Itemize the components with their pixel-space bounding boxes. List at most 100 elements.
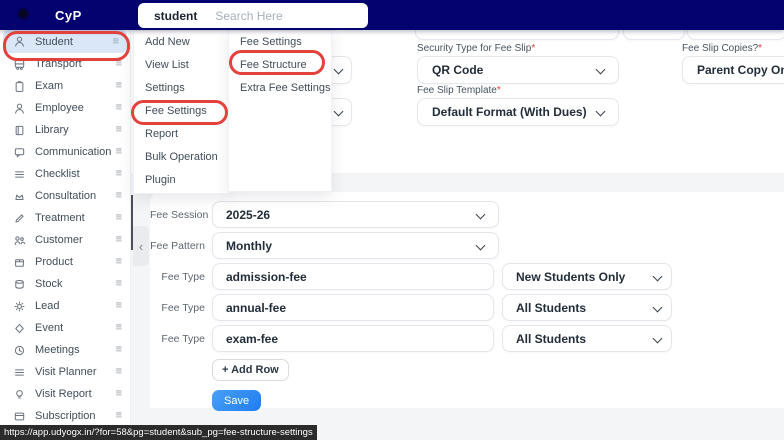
drag-handle-icon[interactable] xyxy=(116,279,122,290)
sidebar-item-subscription[interactable]: Subscription xyxy=(0,405,130,427)
menu-item-fee-settings[interactable]: Fee Settings xyxy=(134,100,230,123)
sidebar-item-label: Exam xyxy=(35,80,64,92)
drag-handle-icon[interactable] xyxy=(116,191,122,202)
chevron-down-icon xyxy=(652,271,663,282)
drag-handle-icon[interactable] xyxy=(116,235,122,246)
fee-row-label: Fee Type xyxy=(161,301,205,314)
drag-handle-icon[interactable] xyxy=(116,389,122,400)
sidebar-item-label: Meetings xyxy=(35,344,80,356)
security-type-label: Security Type for Fee Slip* xyxy=(417,43,536,54)
sidebar-item-label: Employee xyxy=(35,102,84,114)
field-value: annual-fee xyxy=(226,300,287,315)
fee-slip-copies-select[interactable]: Parent Copy Only xyxy=(682,56,784,84)
sidebar-item-label: Customer xyxy=(35,234,83,246)
drag-handle-icon[interactable] xyxy=(113,36,119,47)
sidebar-collapse-button[interactable]: ‹ xyxy=(133,226,149,266)
chevron-down-icon xyxy=(475,240,486,251)
sidebar-item-exam[interactable]: Exam xyxy=(0,75,130,97)
person-icon xyxy=(13,35,26,48)
drag-handle-icon[interactable] xyxy=(116,147,122,158)
chevron-down-icon xyxy=(595,106,606,117)
database-icon xyxy=(13,278,26,291)
status-url: https://app.udyogx.in/?for=58&pg=student… xyxy=(0,425,317,440)
submenu-item-fee-settings[interactable]: Fee Settings xyxy=(229,31,331,54)
clock-icon xyxy=(13,344,26,357)
drag-handle-icon[interactable] xyxy=(116,81,122,92)
sun-icon xyxy=(13,300,26,313)
chevron-down-icon xyxy=(475,209,486,220)
fee-slip-template-select[interactable]: Default Format (With Dues) xyxy=(417,98,619,126)
drag-handle-icon[interactable] xyxy=(116,169,122,180)
applies-to-select[interactable]: All Students xyxy=(502,294,672,321)
submenu-item-extra-fee-settings[interactable]: Extra Fee Settings xyxy=(229,77,331,100)
fee-session-select[interactable]: 2025-26 xyxy=(212,201,499,228)
app-root: Security Type for Fee Slip* QR Code Fee … xyxy=(0,0,784,440)
fee-type-input-exam-fee[interactable]: exam-fee xyxy=(212,325,494,352)
fee-type-input-annual-fee[interactable]: annual-fee xyxy=(212,294,494,321)
fee-row: Fee Pattern Monthly xyxy=(150,232,672,259)
sidebar-item-event[interactable]: Event xyxy=(0,317,130,339)
search-input[interactable]: Search Here xyxy=(215,9,282,23)
pencil-icon xyxy=(13,212,26,225)
sidebar-item-treatment[interactable]: Treatment xyxy=(0,207,130,229)
drag-handle-icon[interactable] xyxy=(116,411,122,422)
save-button[interactable]: Save xyxy=(212,390,262,411)
sidebar-item-lead[interactable]: Lead xyxy=(0,295,130,317)
chevron-down-icon xyxy=(652,333,663,344)
fee-row-label: Fee Pattern xyxy=(150,239,205,252)
sidebar-item-product[interactable]: Product xyxy=(0,251,130,273)
sidebar-item-customer[interactable]: Customer xyxy=(0,229,130,251)
security-type-select[interactable]: QR Code xyxy=(417,56,619,84)
field-value: admission-fee xyxy=(226,269,307,284)
fee-type-input-admission-fee[interactable]: admission-fee xyxy=(212,263,494,290)
drag-handle-icon[interactable] xyxy=(116,213,122,224)
menu-item-bulk-operation[interactable]: Bulk Operation xyxy=(134,146,230,169)
drag-handle-icon[interactable] xyxy=(116,125,122,136)
add-row-button[interactable]: + Add Row xyxy=(212,358,289,381)
drag-handle-icon[interactable] xyxy=(116,59,122,70)
book-icon xyxy=(13,124,26,137)
drag-handle-icon[interactable] xyxy=(116,367,122,378)
sidebar-item-library[interactable]: Library xyxy=(0,119,130,141)
menu-item-plugin[interactable]: Plugin xyxy=(134,169,230,192)
sidebar-item-label: Subscription xyxy=(35,410,96,422)
menu-item-add-new[interactable]: Add New xyxy=(134,31,230,54)
drag-handle-icon[interactable] xyxy=(116,257,122,268)
sidebar-item-student[interactable]: Student xyxy=(3,30,127,53)
fee-row: Fee Type annual-fee All Students xyxy=(150,294,672,321)
card-icon xyxy=(13,410,26,423)
menu-item-report[interactable]: Report xyxy=(134,123,230,146)
fee-pattern-select[interactable]: Monthly xyxy=(212,232,499,259)
sidebar-item-transport[interactable]: Transport xyxy=(0,53,130,75)
menu-item-view-list[interactable]: View List xyxy=(134,54,230,77)
drag-handle-icon[interactable] xyxy=(116,103,122,114)
drag-handle-icon[interactable] xyxy=(116,301,122,312)
sidebar-item-visit-report[interactable]: Visit Report xyxy=(0,383,130,405)
sidebar-item-stock[interactable]: Stock xyxy=(0,273,130,295)
sidebar-item-communication[interactable]: Communication xyxy=(0,141,130,163)
drag-handle-icon[interactable] xyxy=(116,323,122,334)
drag-handle-icon[interactable] xyxy=(116,345,122,356)
global-search[interactable]: student Search Here xyxy=(138,3,368,28)
sidebar-item-visit-planner[interactable]: Visit Planner xyxy=(0,361,130,383)
applies-to-select[interactable]: New Students Only xyxy=(502,263,672,290)
brand-name: CyP xyxy=(55,8,82,23)
fee-row-label: Fee Session xyxy=(150,208,209,221)
sidebar-item-checklist[interactable]: Checklist xyxy=(0,163,130,185)
applies-to-select[interactable]: All Students xyxy=(502,325,672,352)
sidebar-item-meetings[interactable]: Meetings xyxy=(0,339,130,361)
student-dropdown-menu: Add New View List Settings Fee Settings Repo… xyxy=(133,30,231,194)
search-scope-selector[interactable]: student xyxy=(138,9,215,23)
fee-settings-submenu: Fee Settings Fee Structure Extra Fee Setti… xyxy=(228,30,332,192)
sidebar-item-label: Student xyxy=(35,35,73,48)
person-icon xyxy=(13,102,26,115)
field-value: Monthly xyxy=(226,238,272,253)
submenu-item-fee-structure[interactable]: Fee Structure xyxy=(229,54,331,77)
chevron-down-icon xyxy=(595,64,606,75)
menu-item-settings[interactable]: Settings xyxy=(134,77,230,100)
security-type-value: QR Code xyxy=(432,63,484,77)
sidebar-item-employee[interactable]: Employee xyxy=(0,97,130,119)
top-navbar: ✺ CyP xyxy=(0,0,784,30)
fee-slip-copies-label: Fee Slip Copies?* xyxy=(682,43,763,54)
sidebar-item-consultation[interactable]: Consultation xyxy=(0,185,130,207)
